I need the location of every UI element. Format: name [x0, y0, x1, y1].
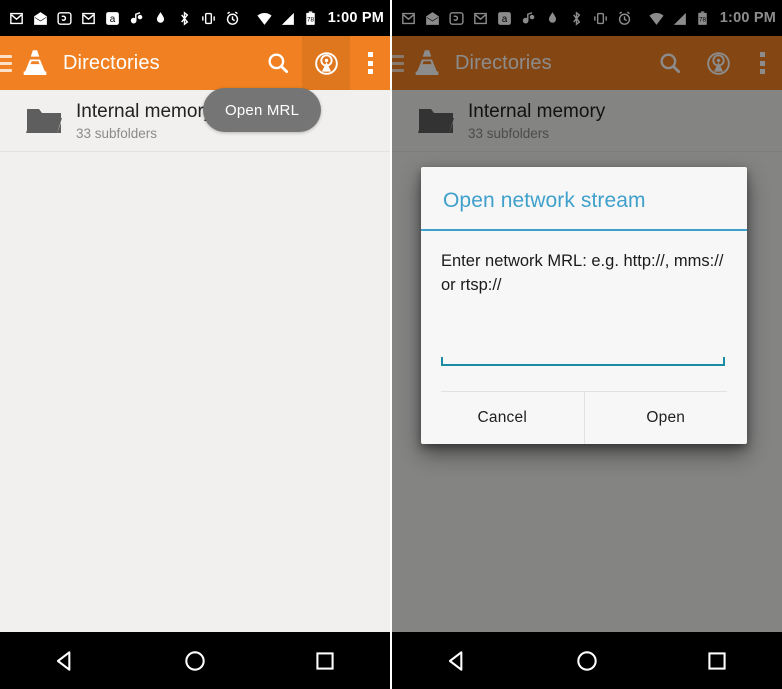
- search-icon: [268, 53, 289, 74]
- alarm-icon: [226, 11, 239, 25]
- recents-icon: [316, 651, 334, 670]
- pocket-icon: [57, 11, 72, 25]
- app-bar-title: Directories: [63, 51, 160, 74]
- vlc-cone-icon: [23, 50, 47, 76]
- svg-text:a: a: [110, 14, 116, 25]
- navigation-bar: [392, 632, 782, 689]
- home-icon: [577, 650, 597, 671]
- gmail-icon: [82, 12, 95, 24]
- recents-button[interactable]: [687, 632, 747, 689]
- open-mrl-tooltip: Open MRL: [203, 88, 322, 132]
- overflow-menu-icon[interactable]: [350, 36, 390, 90]
- hamburger-icon[interactable]: [0, 36, 14, 90]
- recents-button[interactable]: [295, 632, 355, 689]
- mrl-input-underline: [441, 357, 725, 366]
- list-item-text: Internal memory 33 subfolders: [76, 100, 213, 141]
- back-button[interactable]: [427, 632, 487, 689]
- music-icon: [130, 11, 143, 23]
- right-phone-screen: a 78 1:00 PM Directories Internal memory…: [392, 0, 782, 689]
- left-phone-screen: a 78 1:00 PM Directories Internal memory…: [0, 0, 390, 689]
- recents-icon: [708, 651, 726, 670]
- dialog-body: Enter network MRL: e.g. http://, mms:// …: [421, 231, 747, 392]
- app-bar: Directories: [0, 36, 390, 90]
- open-network-stream-dialog: Open network stream Enter network MRL: e…: [421, 167, 747, 444]
- cancel-button[interactable]: Cancel: [421, 392, 584, 444]
- network-stream-button[interactable]: [302, 36, 350, 90]
- back-button[interactable]: [35, 632, 95, 689]
- back-icon: [56, 650, 71, 671]
- dialog-actions: Cancel Open: [421, 392, 747, 444]
- amazon-icon: a: [106, 11, 119, 25]
- search-button[interactable]: [254, 36, 302, 90]
- status-clock: 1:00 PM: [327, 10, 384, 26]
- list-item-subtitle: 33 subfolders: [76, 126, 158, 141]
- battery-level: 78: [307, 16, 315, 23]
- wifi-icon: [257, 12, 272, 25]
- mail-open-icon: [34, 11, 47, 25]
- vibrate-icon: [202, 12, 215, 24]
- navigation-bar: [0, 632, 390, 689]
- open-button[interactable]: Open: [583, 392, 748, 444]
- dialog-title: Open network stream: [443, 189, 646, 212]
- battery-icon: 78: [306, 10, 315, 25]
- dialog-hint-text: Enter network MRL: e.g. http://, mms:// …: [441, 252, 724, 294]
- mrl-input-wrapper[interactable]: [441, 297, 727, 383]
- back-icon: [448, 650, 463, 671]
- status-system-icons: 78 1:00 PM: [256, 10, 384, 27]
- home-icon: [185, 650, 205, 671]
- directory-list: Internal memory 33 subfolders: [0, 90, 390, 689]
- drop-icon: [156, 11, 165, 23]
- screenshot-stage: a 78 1:00 PM Directories Internal memory…: [0, 0, 782, 689]
- network-stream-icon: [314, 51, 338, 75]
- status-notification-icons: a: [8, 10, 256, 27]
- list-item[interactable]: Internal memory 33 subfolders: [0, 90, 390, 152]
- list-item-title: Internal memory: [76, 101, 214, 122]
- home-button[interactable]: [557, 632, 617, 689]
- bluetooth-icon: [181, 10, 189, 26]
- gmail-icon: [10, 12, 23, 24]
- home-button[interactable]: [165, 632, 225, 689]
- folder-icon: [16, 106, 62, 136]
- status-bar: a 78 1:00 PM: [0, 0, 390, 36]
- signal-icon: [281, 12, 294, 25]
